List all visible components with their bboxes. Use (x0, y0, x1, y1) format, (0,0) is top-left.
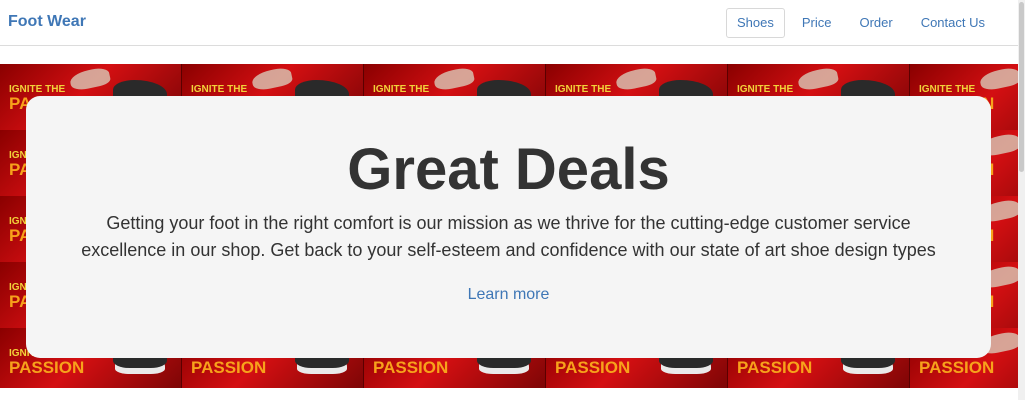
jumbotron-card: Great Deals Getting your foot in the rig… (26, 96, 991, 358)
shoe-graphic (250, 66, 294, 92)
scrollbar-thumb[interactable] (1019, 2, 1024, 172)
shoe-graphic (614, 66, 658, 92)
banner-tile-text-bottom: PASSION (191, 358, 267, 377)
navbar: Foot Wear Shoes Price Order Contact Us (0, 0, 1018, 46)
shoe-graphic (68, 66, 112, 92)
nav-links: Shoes Price Order Contact Us (725, 8, 996, 38)
brand-logo-link[interactable]: Foot Wear (8, 13, 86, 31)
learn-more-link[interactable]: Learn more (26, 286, 991, 304)
banner-tile-text-bottom: PASSION (737, 358, 813, 377)
nav-link-contact-us[interactable]: Contact Us (910, 8, 996, 38)
banner-tile-text-bottom: PASSION (373, 358, 449, 377)
nav-link-price[interactable]: Price (791, 8, 843, 38)
banner-tile-text-bottom: PASSION (9, 358, 85, 377)
vertical-scrollbar[interactable] (1018, 0, 1025, 400)
nav-link-shoes[interactable]: Shoes (725, 8, 785, 38)
shoe-graphic (796, 66, 840, 92)
hero-description: Getting your foot in the right comfort i… (81, 213, 936, 260)
banner-tile-text-bottom: PASSION (919, 358, 995, 377)
nav-link-order[interactable]: Order (848, 8, 903, 38)
banner-tile-text-bottom: PASSION (555, 358, 631, 377)
page-title: Great Deals (347, 137, 670, 202)
shoe-graphic (432, 66, 476, 92)
shoe-graphic (978, 66, 1018, 92)
